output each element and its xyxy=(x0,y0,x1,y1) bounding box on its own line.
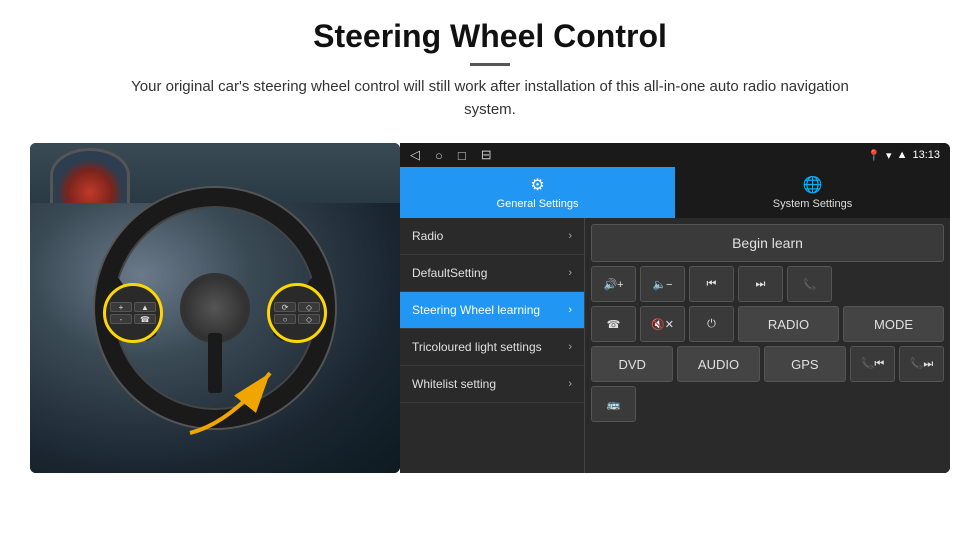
gps-button[interactable]: GPS xyxy=(764,346,846,382)
wheel-container: + ▲ - ☎ ⟳ ◇ ○ ◇ xyxy=(85,178,345,438)
next-track-icon: ⏭ xyxy=(756,278,766,291)
mode-label: MODE xyxy=(874,317,913,332)
phone-icon: 📞 xyxy=(803,278,817,291)
nav-menu-icon[interactable]: ⊟ xyxy=(481,147,492,163)
nav-home-icon[interactable]: ○ xyxy=(435,148,443,163)
page-subtitle: Your original car's steering wheel contr… xyxy=(130,76,850,121)
tab-bar: ⚙ General Settings 🌐 System Settings xyxy=(400,167,950,218)
button-cluster-right: ⟳ ◇ ○ ◇ xyxy=(267,283,327,343)
chevron-icon-tricoloured: › xyxy=(568,341,572,353)
phone-prev-button[interactable]: 📞⏮ xyxy=(850,346,895,382)
menu-tricoloured-label: Tricoloured light settings xyxy=(412,340,542,354)
settings-content: Radio › DefaultSetting › Steering Wheel … xyxy=(400,218,950,473)
menu-item-radio[interactable]: Radio › xyxy=(400,218,584,255)
vol-up-button[interactable]: 🔊+ xyxy=(591,266,636,302)
next-track-button[interactable]: ⏭ xyxy=(738,266,783,302)
cluster-btn-plus: + xyxy=(110,302,132,312)
status-bar-nav: ◁ ○ □ ⊟ xyxy=(410,147,492,163)
location-icon: 📍 xyxy=(867,149,881,162)
page-title: Steering Wheel Control xyxy=(40,18,940,55)
page-header: Steering Wheel Control Your original car… xyxy=(0,0,980,131)
power-button[interactable]: ⏻ xyxy=(689,306,734,342)
chevron-icon-whitelist: › xyxy=(568,378,572,390)
vol-up-icon: 🔊+ xyxy=(603,278,623,291)
prev-track-icon: ⏮ xyxy=(707,278,717,291)
vol-down-icon: 🔈− xyxy=(652,278,672,291)
status-bar-info: 📍 ▾ ▲ 13:13 xyxy=(867,149,940,162)
audio-button[interactable]: AUDIO xyxy=(677,346,759,382)
nav-recent-icon[interactable]: □ xyxy=(458,148,466,163)
dvd-label: DVD xyxy=(618,357,645,372)
begin-learn-button[interactable]: Begin learn xyxy=(591,224,944,262)
hang-up-button[interactable]: ☎ xyxy=(591,306,636,342)
gear-icon: ⚙ xyxy=(530,175,544,195)
menu-item-whitelist[interactable]: Whitelist setting › xyxy=(400,366,584,403)
cluster-btn-up: ▲ xyxy=(134,302,156,312)
menu-radio-label: Radio xyxy=(412,229,443,243)
bus-icon: 🚌 xyxy=(607,398,621,411)
tab-general-settings[interactable]: ⚙ General Settings xyxy=(400,167,675,218)
phone-next-button[interactable]: 📞⏭ xyxy=(899,346,944,382)
hang-up-icon: ☎ xyxy=(607,318,621,331)
steering-wheel-bg: + ▲ - ☎ ⟳ ◇ ○ ◇ xyxy=(30,143,400,473)
settings-menu: Radio › DefaultSetting › Steering Wheel … xyxy=(400,218,585,473)
control-row-3: DVD AUDIO GPS 📞⏮ 📞⏭ xyxy=(591,346,944,382)
steering-wheel-image: + ▲ - ☎ ⟳ ◇ ○ ◇ xyxy=(30,143,400,473)
chevron-icon-radio: › xyxy=(568,230,572,242)
button-cluster-left: + ▲ - ☎ xyxy=(103,283,163,343)
begin-learn-row: Begin learn xyxy=(591,224,944,262)
globe-icon: 🌐 xyxy=(803,175,823,195)
head-unit: ◁ ○ □ ⊟ 📍 ▾ ▲ 13:13 ⚙ General Settings 🌐… xyxy=(400,143,950,473)
vol-down-button[interactable]: 🔈− xyxy=(640,266,685,302)
menu-default-label: DefaultSetting xyxy=(412,266,487,280)
gps-label: GPS xyxy=(791,357,818,372)
bus-button[interactable]: 🚌 xyxy=(591,386,636,422)
signal-icon: ▲ xyxy=(897,149,908,161)
menu-steering-label: Steering Wheel learning xyxy=(412,303,540,317)
cluster-btn-r4: ◇ xyxy=(298,314,320,324)
menu-whitelist-label: Whitelist setting xyxy=(412,377,496,391)
wifi-icon: ▾ xyxy=(886,149,892,162)
cluster-btn-r2: ◇ xyxy=(298,302,320,312)
control-row-1: 🔊+ 🔈− ⏮ ⏭ 📞 xyxy=(591,266,944,302)
main-content: + ▲ - ☎ ⟳ ◇ ○ ◇ xyxy=(0,143,980,473)
menu-item-steering-wheel[interactable]: Steering Wheel learning › xyxy=(400,292,584,329)
phone-next-icon: 📞⏭ xyxy=(910,357,934,371)
chevron-icon-default: › xyxy=(568,267,572,279)
audio-label: AUDIO xyxy=(698,357,739,372)
spoke-bottom xyxy=(208,333,222,393)
menu-item-tricoloured[interactable]: Tricoloured light settings › xyxy=(400,329,584,366)
mute-button[interactable]: 🔇✕ xyxy=(640,306,685,342)
title-divider xyxy=(470,63,510,66)
phone-prev-icon: 📞⏮ xyxy=(861,357,885,371)
status-bar: ◁ ○ □ ⊟ 📍 ▾ ▲ 13:13 xyxy=(400,143,950,167)
mute-icon: 🔇✕ xyxy=(651,318,674,331)
mode-button[interactable]: MODE xyxy=(843,306,944,342)
control-row-2: ☎ 🔇✕ ⏻ RADIO MODE xyxy=(591,306,944,342)
dvd-button[interactable]: DVD xyxy=(591,346,673,382)
nav-back-icon[interactable]: ◁ xyxy=(410,147,420,163)
tab-general-label: General Settings xyxy=(497,198,579,210)
cluster-btn-r1: ⟳ xyxy=(274,302,296,312)
phone-answer-button[interactable]: 📞 xyxy=(787,266,832,302)
chevron-icon-steering: › xyxy=(568,304,572,316)
control-panel: Begin learn 🔊+ 🔈− ⏮ ⏭ xyxy=(585,218,950,473)
menu-item-defaultsetting[interactable]: DefaultSetting › xyxy=(400,255,584,292)
cluster-btn-minus: - xyxy=(110,314,132,324)
status-time: 13:13 xyxy=(912,149,940,161)
power-icon: ⏻ xyxy=(707,318,716,331)
control-row-4: 🚌 xyxy=(591,386,944,422)
cluster-btn-r3: ○ xyxy=(274,314,296,324)
prev-track-button[interactable]: ⏮ xyxy=(689,266,734,302)
radio-button[interactable]: RADIO xyxy=(738,306,839,342)
cluster-btn-phone: ☎ xyxy=(134,314,156,324)
tab-system-label: System Settings xyxy=(773,198,852,210)
tab-system-settings[interactable]: 🌐 System Settings xyxy=(675,167,950,218)
radio-label: RADIO xyxy=(768,317,809,332)
